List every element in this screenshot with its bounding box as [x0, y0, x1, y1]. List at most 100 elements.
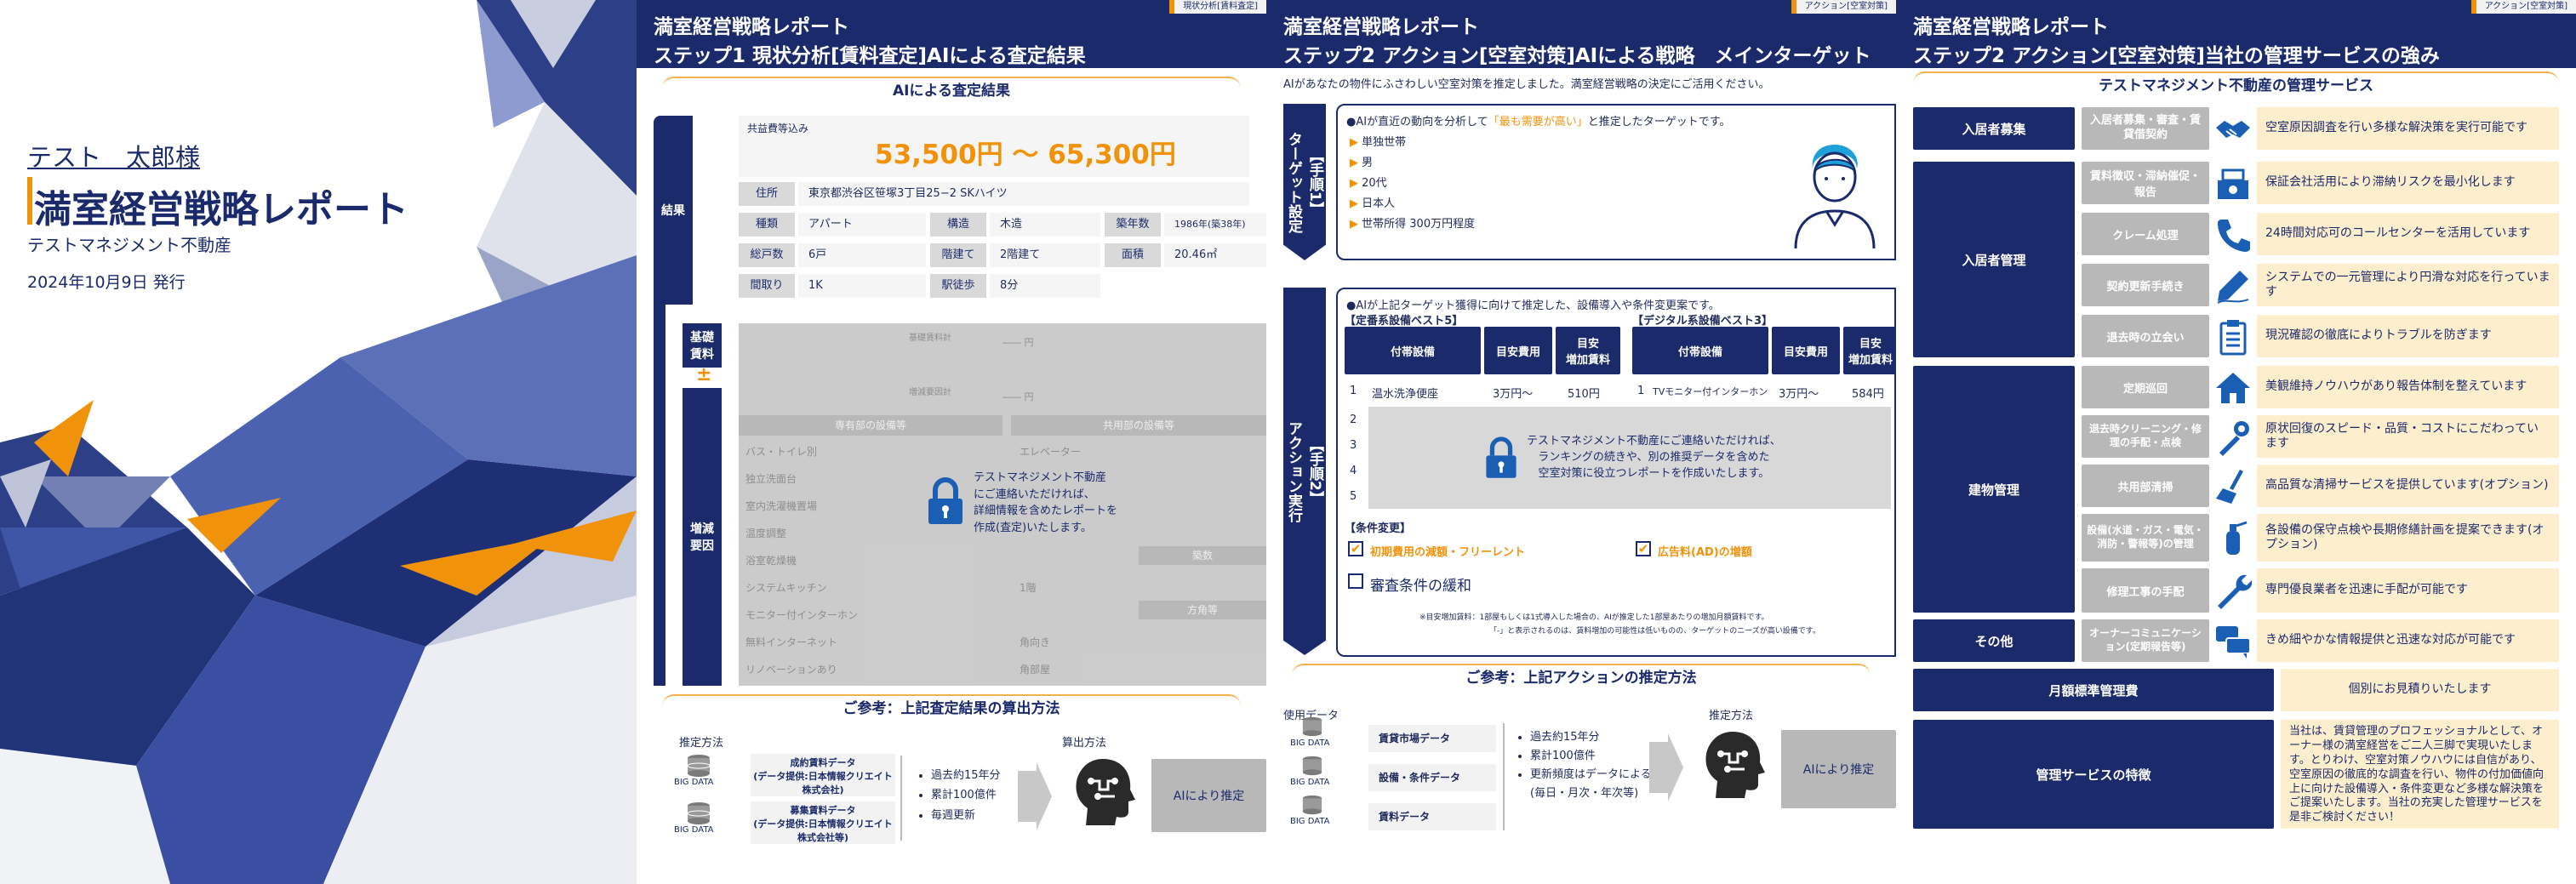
method-label: 推定方法: [1709, 710, 1754, 722]
factor-item: バス・トイレ別: [745, 446, 818, 458]
slide-vacancy-strategy: 満室経営戦略レポート ステップ2 アクション[空室対策]AIによる戦略 メインタ…: [1266, 0, 1896, 884]
prop-value: アパート: [798, 213, 926, 237]
step1-label-text: 【手順1】 ターゲット設定: [1285, 131, 1323, 233]
slide3-header-subtitle: ステップ2 アクション[空室対策]当社の管理サービスの強み: [1913, 45, 2440, 67]
factor-item: 室内洗濯機置場: [745, 500, 818, 512]
side-label-factor-text: 増減 要因: [690, 522, 714, 553]
ai-estimate-box: AIにより推定: [1151, 759, 1266, 832]
common-subheader: 方角等: [1139, 601, 1266, 619]
group-recruit: 入居者募集: [1913, 107, 2075, 150]
chat-icon: [2216, 626, 2251, 659]
side-label-factor: 増減 要因: [683, 388, 722, 686]
target-lead-pre: AIが直近の動向を分析して: [1356, 116, 1488, 128]
bullet: 過去約15年分: [931, 766, 1001, 785]
inc-total-value: ―― 円: [1002, 391, 1034, 402]
prop-value: 木造: [990, 213, 1100, 237]
slide1-section-result: AIによる査定結果: [662, 77, 1241, 102]
col-equip: 付帯設備: [1632, 327, 1768, 374]
slide-rent-assessment: 満室経営戦略レポート ステップ1 現状分析[賃料査定]AIによる査定結果 現状分…: [637, 0, 1266, 884]
slide1-lock-text: テストマネジメント不動産 にご連絡いただければ、 詳細情報を含めたレポートを 作…: [974, 471, 1118, 534]
target-item: ▶ 世帯所得 300万円程度: [1350, 218, 1476, 231]
data-item: 賃料データ: [1368, 803, 1496, 830]
feature-text: 当社は、賃貸管理のプロフェッショナルとして、オーナー様の満室経営をご二人三脚で実…: [2281, 720, 2559, 829]
cond3-checkbox: [1348, 573, 1363, 589]
slide-management-service: 満室経営戦略レポート ステップ2 アクション[空室対策]当社の管理サービスの強み…: [1896, 0, 2576, 884]
factor-item: 温度調整: [745, 528, 787, 539]
service-item: 退去時クリーニング・修理の手配・点検: [2082, 415, 2209, 458]
cash-register-icon: [2218, 168, 2248, 199]
note-1: ※目安増加賃料：1部屋もしくは1式導入した場合の、AIが推定した1部屋あたりの増…: [1419, 613, 1769, 622]
database-icon: [687, 755, 711, 777]
bigdata-label: BIG DATA: [674, 778, 714, 787]
cond1-checkbox: ✔: [1348, 541, 1363, 556]
broom-icon: [2216, 470, 2243, 504]
service-desc: 保証会社活用により滞納リスクを最小化します: [2257, 162, 2559, 204]
prop-value: 1K: [798, 274, 926, 298]
service-desc: 高品質な清掃サービスを提供しています(オプション): [2257, 465, 2559, 507]
side-label-base-text: 基礎 賃料: [690, 331, 714, 362]
action-box: ●AIが上記ターゲット獲得に向けて推定した、設備導入や条件変更案です。 【定番系…: [1336, 288, 1896, 657]
group-building: 建物管理: [1913, 366, 2075, 613]
service-desc: 現況確認の徹底によりトラブルを防ぎます: [2257, 315, 2559, 357]
target-lead-highlight: 「最も需要が高い」: [1488, 116, 1588, 128]
rent-box: 共益費等込み 53,500円 〜 65,300円: [739, 116, 1249, 177]
cond1-text: 初期費用の減額・フリーレント: [1370, 546, 1526, 559]
fee-label: 月額標準管理費: [1913, 669, 2274, 711]
row-num: 1: [1350, 385, 1357, 397]
cond-header: 【条件変更】: [1345, 522, 1412, 535]
arrow-icon: [1018, 762, 1052, 830]
service-item: 賃料徴収・滞納催促・報告: [2082, 162, 2209, 204]
service-desc: 各設備の保守点検や長期修繕計画を提案できます(オプション): [2257, 514, 2559, 562]
calc-label: 算出方法: [1062, 737, 1107, 750]
col-rise: 目安 増加賃料: [1556, 327, 1620, 374]
slide2-tag: アクション[空室対策]: [1791, 0, 1896, 14]
col-cost: 目安費用: [1772, 327, 1840, 374]
service-item: 契約更新手続き: [2082, 264, 2209, 306]
slide3-tag: アクション[空室対策]: [2470, 0, 2576, 14]
service-item: 共用部清掃: [2082, 465, 2209, 507]
phone-icon: [2218, 220, 2250, 252]
prop-label: 構造: [930, 213, 986, 237]
cover-graphic: [0, 0, 637, 884]
side-connector: [654, 305, 665, 686]
service-item: オーナーコミュニケーション(定期報告等): [2082, 619, 2209, 662]
data-item: 賃貸市場データ: [1368, 725, 1496, 752]
lock-icon: [1486, 436, 1516, 478]
slide2-intro: AIがあなたの物件にふさわしい空室対策を推定しました。満室経営戦略の決定にご活用…: [1283, 78, 1770, 91]
bullet: 毎週更新: [931, 806, 1001, 825]
ai-brain-icon: [1076, 759, 1135, 825]
slide1-section-method: ご参考：上記査定結果の算出方法: [662, 694, 1241, 720]
factor-item: エレベーター: [1020, 446, 1082, 458]
bracket: [1503, 723, 1511, 830]
service-item: 入居者募集・審査・賃貸借契約: [2082, 107, 2209, 150]
bullet: 過去約15年分: [1530, 728, 1663, 747]
service-item: 退去時の立会い: [2082, 315, 2209, 357]
bracket: [900, 756, 909, 841]
data-source-2: 募集賃料データ (データ提供:日本情報クリエイト株式会社等): [751, 801, 895, 844]
feature-label: 管理サービスの特徴: [1913, 720, 2274, 829]
pen-icon: [2217, 271, 2249, 304]
arrow-icon: [1649, 733, 1683, 801]
clipboard-icon: [2219, 320, 2247, 356]
data-source-1: 成約賃料データ (データ提供:日本情報クリエイト株式会社): [751, 754, 895, 796]
house-icon: [2216, 373, 2250, 403]
tools-icon: [2219, 421, 2249, 456]
row-num: 4: [1350, 465, 1357, 477]
action-lead: ●AIが上記ターゲット獲得に向けて推定した、設備導入や条件変更案です。: [1346, 299, 1720, 312]
slide1-header-subtitle: ステップ1 現状分析[賃料査定]AIによる査定結果: [654, 45, 1086, 67]
factor-item: 1階: [1020, 582, 1037, 594]
factor-item: 角向き: [1020, 636, 1051, 648]
person-icon: [1794, 145, 1876, 249]
row-equip: TVモニター付インターホン: [1653, 386, 1768, 397]
inc-total-label: 増減要因計: [909, 388, 951, 397]
prop-value: 6戸: [798, 243, 926, 267]
row-rise: 584円: [1852, 388, 1884, 401]
target-item-text: 世帯所得 300万円程度: [1362, 218, 1476, 231]
step2-label-text: 【手順2】 アクション実行: [1285, 420, 1323, 522]
company-name: テストマネジメント不動産: [27, 235, 231, 255]
row-cost: 3万円〜: [1779, 388, 1819, 401]
fee-value: 個別にお見積りいたします: [2281, 669, 2559, 711]
cond2-checkbox: ✔: [1636, 541, 1651, 556]
report-title: 満室経営戦略レポート: [34, 188, 408, 231]
prop-label: 種類: [739, 213, 795, 237]
